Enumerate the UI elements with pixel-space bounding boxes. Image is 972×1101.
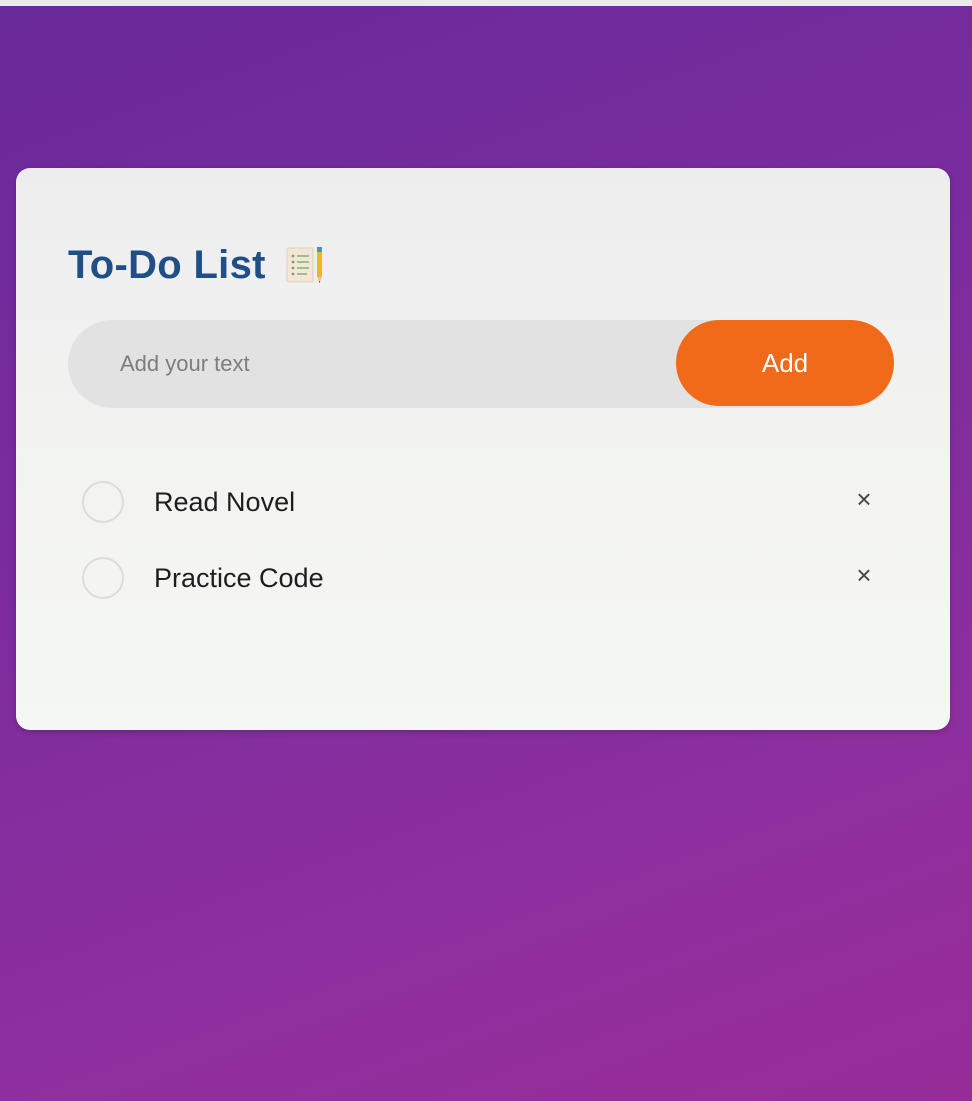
page-title: To-Do List xyxy=(68,242,266,287)
header: To-Do List xyxy=(68,240,328,290)
notepad-pencil-icon xyxy=(284,243,328,287)
task-text[interactable]: Read Novel xyxy=(154,487,295,518)
task-list: Read Novel × Practice Code × xyxy=(82,464,882,616)
task-input[interactable] xyxy=(120,320,660,408)
task-checkbox[interactable] xyxy=(82,481,124,523)
close-icon[interactable]: × xyxy=(846,557,882,593)
todo-app-card: To-Do List Add Rea xyxy=(16,168,950,730)
window-top-edge xyxy=(0,0,972,6)
list-item: Read Novel × xyxy=(82,464,882,540)
task-checkbox[interactable] xyxy=(82,557,124,599)
list-item: Practice Code × xyxy=(82,540,882,616)
add-button[interactable]: Add xyxy=(676,320,894,406)
task-text[interactable]: Practice Code xyxy=(154,563,324,594)
add-task-row: Add xyxy=(68,320,894,408)
close-icon[interactable]: × xyxy=(846,481,882,517)
